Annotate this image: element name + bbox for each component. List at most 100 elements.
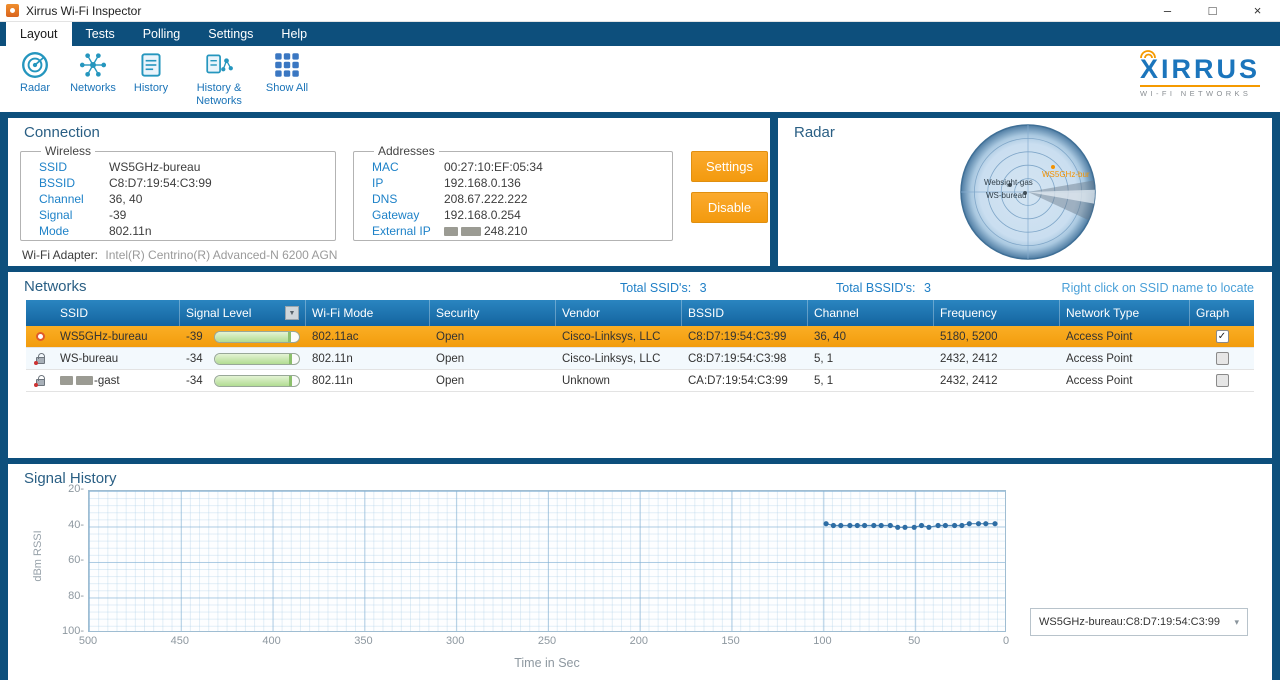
tab-settings[interactable]: Settings bbox=[194, 22, 267, 46]
row-status-cell bbox=[26, 348, 54, 369]
data-point bbox=[959, 523, 964, 528]
title-bar: Xirrus Wi-Fi Inspector – □ × bbox=[0, 0, 1280, 22]
column-header-graph[interactable]: Graph bbox=[1190, 300, 1254, 326]
field-row: Signal-39 bbox=[39, 207, 335, 223]
settings-button[interactable]: Settings bbox=[691, 151, 768, 182]
y-axis-title: dBm RSSI bbox=[32, 530, 44, 581]
radar-label: WS-bureau bbox=[986, 191, 1026, 200]
table-row[interactable]: WS-bureau-34802.11nOpenCisco-Linksys, LL… bbox=[26, 348, 1254, 370]
x-tick-label: 50 bbox=[908, 635, 920, 647]
toolbar-item-label: History bbox=[126, 82, 176, 95]
ssid-text: WS-bureau bbox=[60, 353, 118, 365]
addresses-fields: MAC00:27:10:EF:05:34IP192.168.0.136DNS20… bbox=[372, 159, 672, 239]
field-label: Channel bbox=[39, 191, 109, 207]
signal-value: -34 bbox=[186, 353, 212, 365]
data-point bbox=[824, 521, 829, 526]
graph-checkbox[interactable] bbox=[1216, 374, 1229, 387]
toolbar-item-radar[interactable]: Radar bbox=[10, 50, 60, 107]
logo-tagline: WI-FI NETWORKS bbox=[1140, 85, 1260, 98]
table-row[interactable]: -gast-34802.11nOpenUnknownCA:D7:19:54:C3… bbox=[26, 370, 1254, 392]
data-point bbox=[952, 523, 957, 528]
adapter-label: Wi-Fi Adapter: bbox=[22, 248, 98, 262]
tab-tests[interactable]: Tests bbox=[72, 22, 129, 46]
x-tick-label: 400 bbox=[262, 635, 280, 647]
column-label: Vendor bbox=[562, 306, 600, 320]
column-header-wi-fi-mode[interactable]: Wi-Fi Mode bbox=[306, 300, 430, 326]
column-header-security[interactable]: Security bbox=[430, 300, 556, 326]
column-header-frequency[interactable]: Frequency bbox=[934, 300, 1060, 326]
tab-polling[interactable]: Polling bbox=[129, 22, 195, 46]
field-value: 192.168.0.136 bbox=[444, 176, 521, 190]
legend-label: WS5GHz-bureau:C8:D7:19:54:C3:99 bbox=[1039, 616, 1220, 628]
toolbar-item-show-all[interactable]: Show All bbox=[262, 50, 312, 107]
column-header-signal-level[interactable]: Signal Level▼ bbox=[180, 300, 306, 326]
field-row: MAC00:27:10:EF:05:34 bbox=[372, 159, 672, 175]
x-tick-label: 350 bbox=[354, 635, 372, 647]
field-label: IP bbox=[372, 175, 444, 191]
column-header-icon bbox=[26, 300, 54, 326]
ssid-text: -gast bbox=[94, 375, 120, 387]
signal-bar-fill bbox=[215, 332, 291, 342]
graph-checkbox[interactable] bbox=[1216, 352, 1229, 365]
networks-table-header: SSIDSignal Level▼ Wi-Fi Mode Security Vendo… bbox=[26, 300, 1254, 326]
field-row: DNS208.67.222.222 bbox=[372, 191, 672, 207]
column-header-network-type[interactable]: Network Type bbox=[1060, 300, 1190, 326]
connection-panel: Connection Wireless SSIDWS5GHz-bureauBSS… bbox=[8, 118, 770, 266]
field-value: 208.67.222.222 bbox=[444, 192, 527, 206]
series-legend[interactable]: WS5GHz-bureau:C8:D7:19:54:C3:99 ▾ bbox=[1030, 608, 1248, 636]
column-label: Security bbox=[436, 306, 479, 320]
field-value: -39 bbox=[109, 208, 126, 222]
data-point bbox=[902, 525, 907, 530]
window-title: Xirrus Wi-Fi Inspector bbox=[26, 4, 141, 18]
data-point bbox=[862, 523, 867, 528]
graph-checkbox[interactable]: ✓ bbox=[1216, 330, 1229, 343]
toolbar-item-networks[interactable]: Networks bbox=[68, 50, 118, 107]
tab-layout[interactable]: Layout bbox=[6, 22, 72, 46]
redacted-block bbox=[60, 376, 73, 385]
column-header-vendor[interactable]: Vendor bbox=[556, 300, 682, 326]
column-header-ssid[interactable]: SSID bbox=[54, 300, 180, 326]
y-tick-label: 20 bbox=[50, 483, 84, 495]
history-icon bbox=[126, 50, 176, 82]
data-point bbox=[926, 525, 931, 530]
check-icon: ✓ bbox=[1218, 332, 1226, 342]
column-label: Frequency bbox=[940, 306, 997, 320]
dropdown-arrow-icon: ▾ bbox=[1234, 617, 1239, 628]
maximize-button[interactable]: □ bbox=[1190, 0, 1235, 21]
data-point bbox=[847, 523, 852, 528]
column-header-channel[interactable]: Channel bbox=[808, 300, 934, 326]
field-value: 802.11n bbox=[109, 224, 152, 238]
column-header-bssid[interactable]: BSSID bbox=[682, 300, 808, 326]
radar-icon bbox=[10, 50, 60, 82]
field-label: BSSID bbox=[39, 175, 109, 191]
total-bssids-value: 3 bbox=[924, 281, 931, 295]
column-label: Wi-Fi Mode bbox=[312, 306, 373, 320]
vendor-cell: Cisco-Linksys, LLC bbox=[556, 348, 682, 369]
ssid-text: WS5GHz-bureau bbox=[60, 331, 148, 343]
frequency-cell: 2432, 2412 bbox=[934, 348, 1060, 369]
networks-icon bbox=[68, 50, 118, 82]
tab-help[interactable]: Help bbox=[267, 22, 321, 46]
networks-panel: Networks Total SSID's: 3 Total BSSID's: … bbox=[8, 272, 1272, 458]
x-tick-label: 150 bbox=[721, 635, 739, 647]
field-row: IP192.168.0.136 bbox=[372, 175, 672, 191]
toolbar-item-history[interactable]: History bbox=[126, 50, 176, 107]
minimize-button[interactable]: – bbox=[1145, 0, 1190, 21]
data-point bbox=[992, 521, 997, 526]
data-point bbox=[879, 523, 884, 528]
adapter-value: Intel(R) Centrino(R) Advanced-N 6200 AGN bbox=[105, 248, 337, 262]
sort-dropdown-icon[interactable]: ▼ bbox=[285, 306, 299, 320]
close-button[interactable]: × bbox=[1235, 0, 1280, 21]
table-row[interactable]: WS5GHz-bureau-39802.11acOpenCisco-Linksy… bbox=[26, 326, 1254, 348]
history-networks-icon bbox=[184, 50, 254, 82]
toolbar-item-history-networks[interactable]: History & Networks bbox=[184, 50, 254, 107]
signal-cell: -34 bbox=[180, 370, 306, 391]
disable-button[interactable]: Disable bbox=[691, 192, 768, 223]
vendor-cell: Cisco-Linksys, LLC bbox=[556, 326, 682, 347]
wifi-adapter-line: Wi-Fi Adapter: Intel(R) Centrino(R) Adva… bbox=[22, 248, 337, 262]
total-ssids: Total SSID's: 3 bbox=[620, 281, 707, 295]
type-cell: Access Point bbox=[1060, 348, 1190, 369]
signal-cell: -34 bbox=[180, 348, 306, 369]
data-point bbox=[976, 521, 981, 526]
graph-cell bbox=[1190, 348, 1254, 369]
